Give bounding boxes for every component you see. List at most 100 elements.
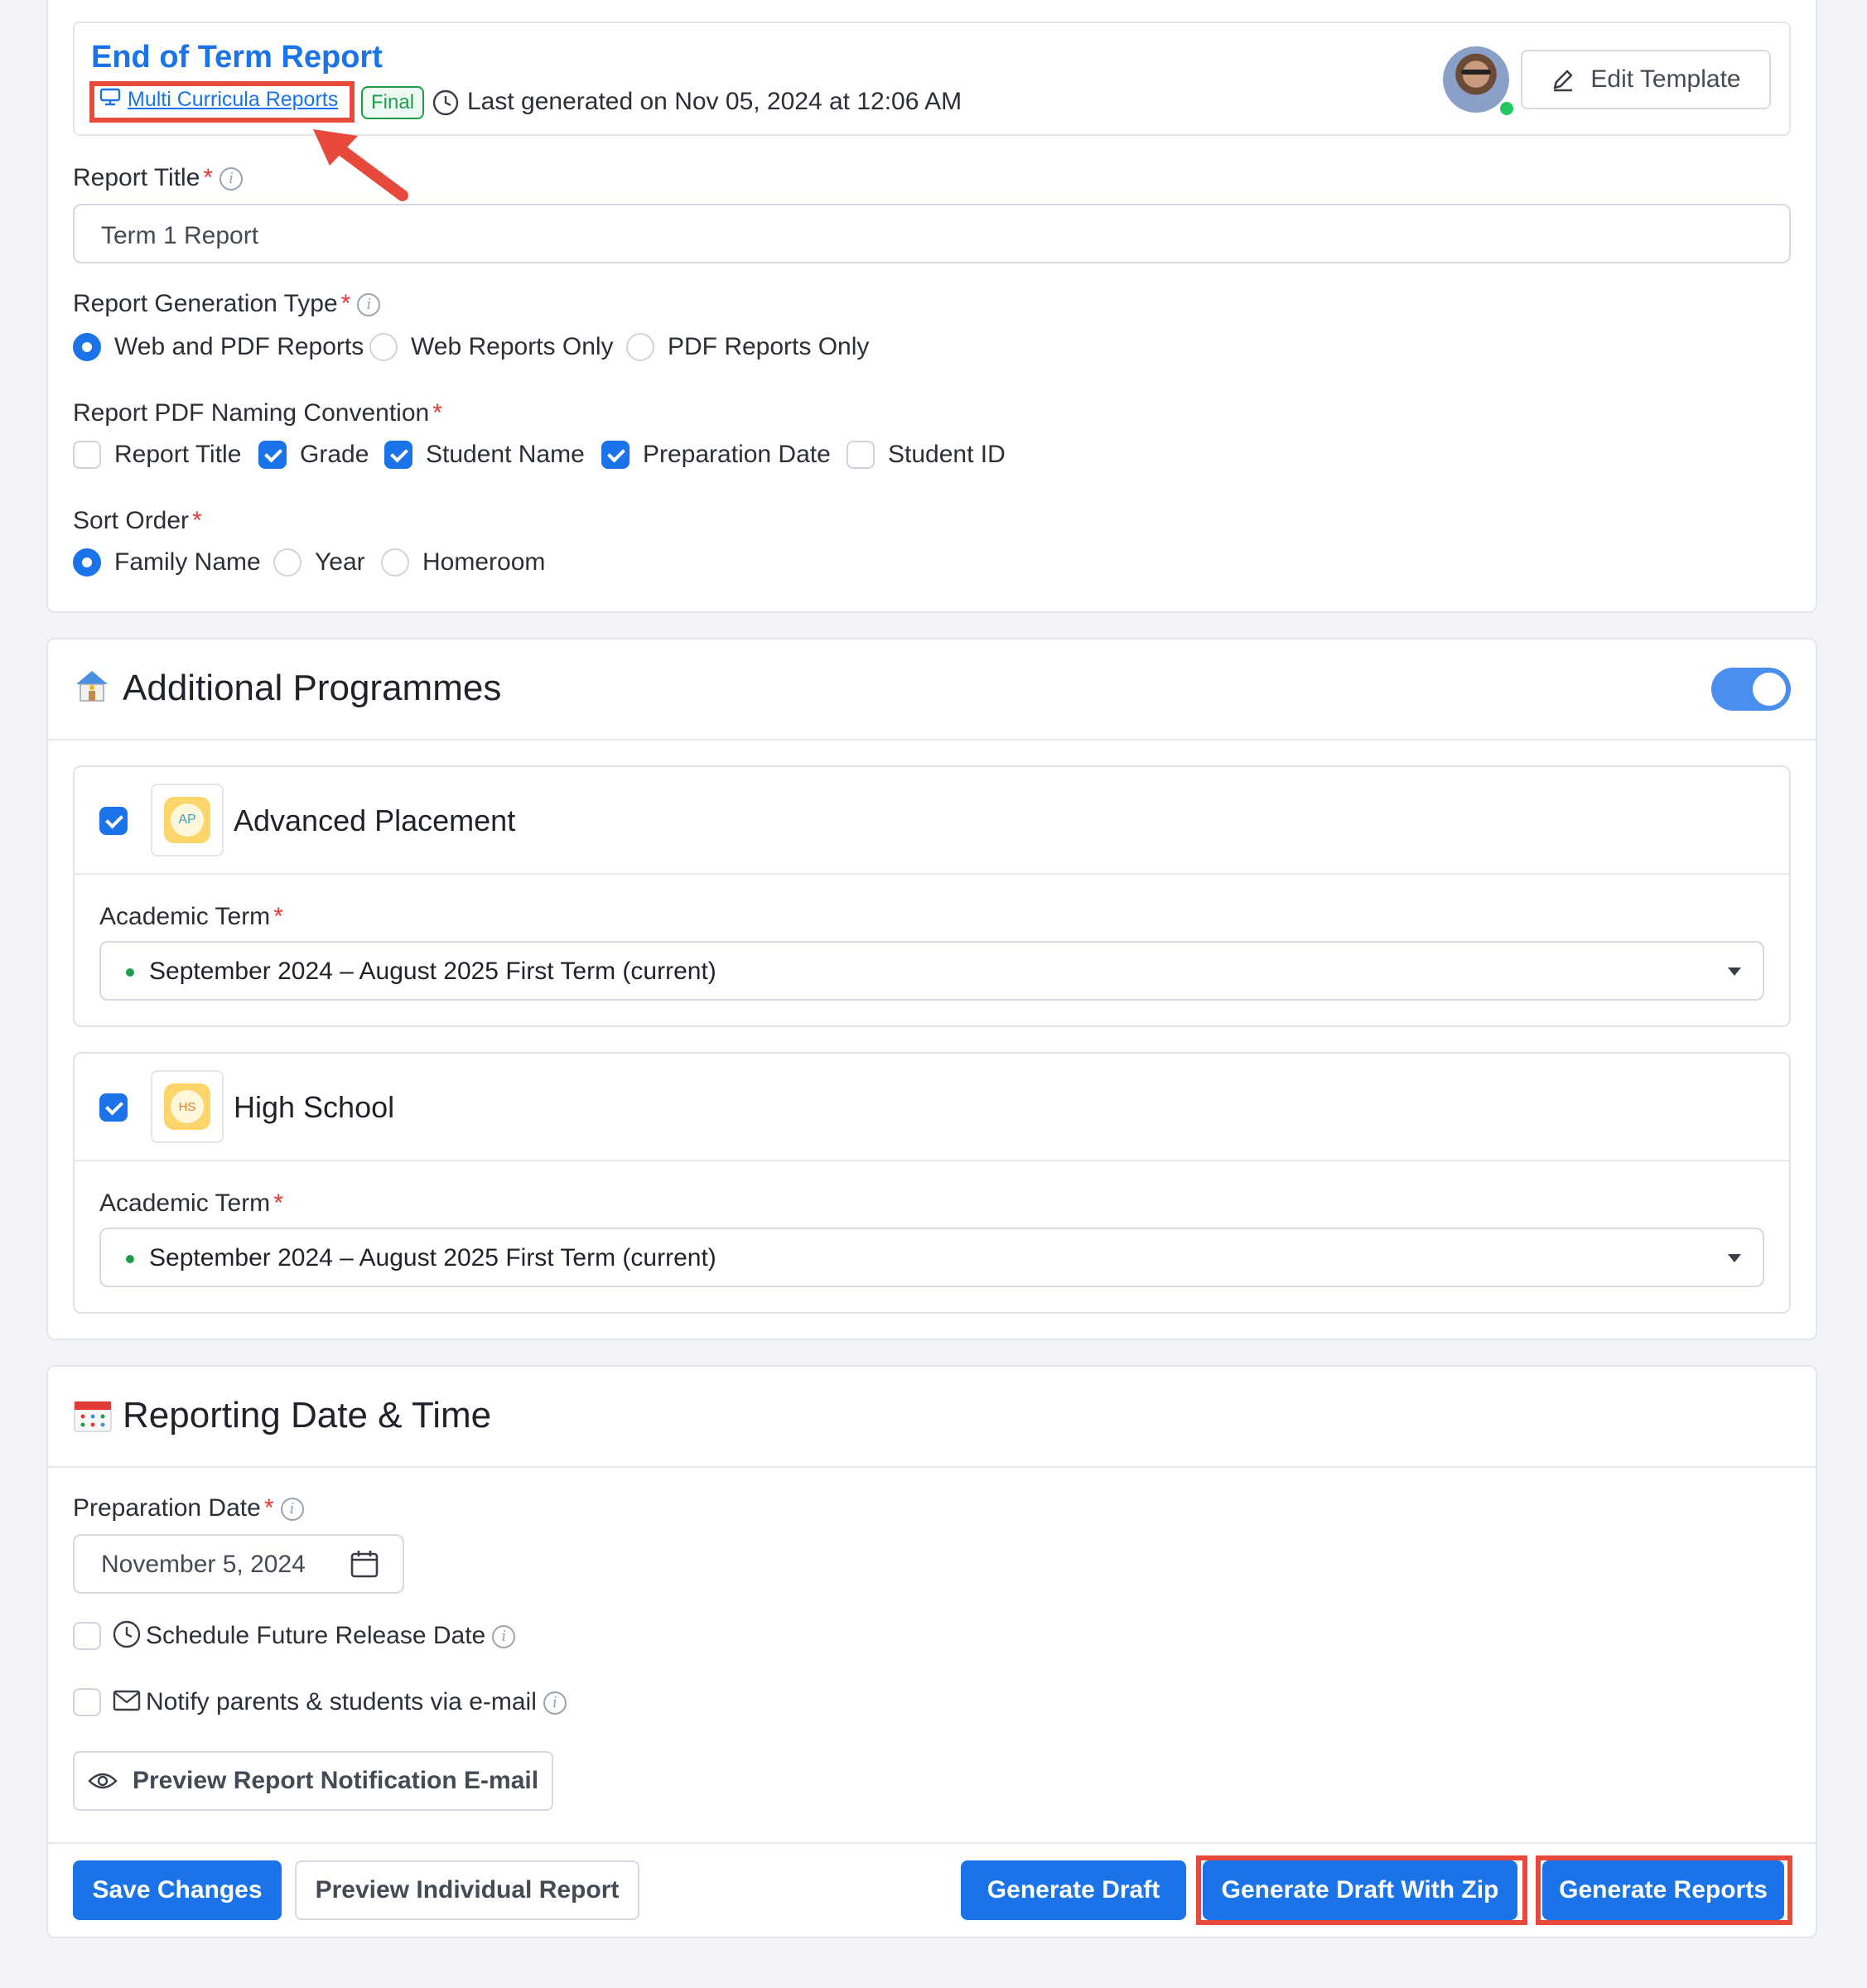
checkbox-student-name-label[interactable]: Student Name (426, 441, 585, 469)
curriculum-link-highlight (89, 81, 355, 123)
final-status-badge: Final (361, 86, 425, 119)
info-icon[interactable]: i (492, 1625, 516, 1649)
chevron-down-icon (1728, 967, 1741, 976)
programme-name-high-school: High School (234, 1090, 395, 1124)
info-icon[interactable]: i (220, 167, 244, 191)
academic-term-label-text: Academic Term (99, 1189, 271, 1217)
hs-logo-text: HS (171, 1090, 204, 1123)
schedule-release-label[interactable]: Schedule Future Release Date i (146, 1622, 516, 1650)
school-icon (73, 668, 111, 710)
notify-email-label[interactable]: Notify parents & students via e-mail i (146, 1688, 567, 1716)
reporting-date-card (46, 1365, 1817, 1938)
radio-family-name[interactable] (73, 548, 101, 577)
notify-email-checkbox[interactable] (73, 1688, 101, 1716)
hs-logo-icon: HS (164, 1083, 210, 1130)
online-status-dot (1498, 99, 1516, 118)
radio-pdf-only-label[interactable]: PDF Reports Only (668, 333, 869, 361)
report-title-label: Report Title * i (73, 164, 244, 192)
naming-convention-label: Report PDF Naming Convention * (73, 399, 442, 427)
info-icon[interactable]: i (280, 1498, 304, 1522)
checkbox-student-name[interactable] (384, 441, 412, 469)
sort-order-label: Sort Order * (73, 507, 202, 534)
academic-term-value: September 2024 – August 2025 First Term … (149, 1244, 716, 1271)
checkbox-student-id-label[interactable]: Student ID (888, 441, 1006, 469)
checkbox-grade[interactable] (258, 441, 287, 469)
preview-email-label: Preview Report Notification E-mail (132, 1767, 539, 1794)
academic-term-label: Academic Term * (99, 903, 283, 930)
radio-pdf-only[interactable] (626, 333, 654, 361)
checkbox-preparation-date-label[interactable]: Preparation Date (643, 441, 831, 469)
programmes-divider (48, 739, 1816, 741)
preparation-date-label-text: Preparation Date (73, 1494, 261, 1522)
additional-programmes-title: Additional Programmes (123, 668, 502, 708)
edit-template-label: Edit Template (1590, 65, 1741, 93)
programme-logo-frame: AP (151, 784, 224, 856)
reporting-divider (48, 1466, 1816, 1468)
edit-template-button[interactable]: Edit Template (1521, 50, 1771, 109)
programmes-toggle[interactable] (1711, 668, 1791, 711)
generate-draft-with-zip-highlight (1196, 1855, 1527, 1925)
report-title-input[interactable]: Term 1 Report (73, 204, 1791, 263)
checkbox-report-title[interactable] (73, 441, 101, 469)
page-title[interactable]: End of Term Report (91, 40, 383, 75)
info-icon[interactable]: i (543, 1691, 567, 1715)
radio-family-name-label[interactable]: Family Name (114, 548, 261, 577)
chevron-down-icon (1728, 1254, 1741, 1262)
envelope-icon (113, 1688, 141, 1717)
pencil-icon (1551, 67, 1575, 92)
radio-web-and-pdf-label[interactable]: Web and PDF Reports (114, 333, 364, 361)
schedule-release-label-text: Schedule Future Release Date (146, 1622, 486, 1649)
clock-icon (432, 89, 459, 120)
academic-term-label: Academic Term * (99, 1189, 283, 1217)
generation-type-label-text: Report Generation Type (73, 290, 338, 317)
radio-homeroom[interactable] (381, 548, 409, 577)
radio-homeroom-label[interactable]: Homeroom (422, 548, 545, 577)
generation-type-label: Report Generation Type * i (73, 290, 381, 318)
academic-term-select[interactable]: September 2024 – August 2025 First Term … (99, 941, 1764, 1001)
radio-year-label[interactable]: Year (315, 548, 365, 577)
report-title-value: Term 1 Report (101, 222, 259, 249)
radio-web-only-label[interactable]: Web Reports Only (411, 333, 614, 361)
current-term-dot (126, 1255, 134, 1264)
clock-icon (113, 1620, 141, 1653)
report-title-label-text: Report Title (73, 164, 200, 191)
radio-web-and-pdf[interactable] (73, 333, 101, 361)
programme-checkbox-high-school[interactable] (99, 1093, 128, 1122)
annotation-arrow (313, 129, 408, 201)
eye-icon (88, 1771, 118, 1791)
info-icon[interactable]: i (357, 293, 381, 317)
programme-divider (75, 1160, 1789, 1161)
ap-logo-text: AP (171, 803, 204, 837)
ap-logo-icon: AP (164, 797, 210, 843)
schedule-release-checkbox[interactable] (73, 1622, 101, 1650)
naming-convention-label-text: Report PDF Naming Convention (73, 399, 430, 427)
footer-divider (48, 1842, 1816, 1844)
calendar-picker-icon[interactable] (350, 1549, 379, 1583)
checkbox-report-title-label[interactable]: Report Title (114, 441, 241, 469)
toggle-knob (1753, 673, 1786, 706)
current-term-dot (126, 968, 134, 977)
save-changes-button[interactable]: Save Changes (73, 1860, 282, 1920)
programme-divider (75, 873, 1789, 875)
generate-draft-button[interactable]: Generate Draft (961, 1860, 1186, 1920)
programme-name-advanced-placement: Advanced Placement (234, 803, 516, 837)
programme-logo-frame: HS (151, 1070, 224, 1143)
radio-year[interactable] (273, 548, 302, 577)
generate-reports-highlight (1536, 1855, 1792, 1925)
calendar-icon (73, 1398, 113, 1437)
checkbox-student-id[interactable] (847, 441, 875, 469)
sort-order-label-text: Sort Order (73, 507, 190, 534)
preview-individual-report-button[interactable]: Preview Individual Report (295, 1860, 639, 1920)
programme-checkbox-advanced-placement[interactable] (99, 807, 128, 835)
academic-term-select[interactable]: September 2024 – August 2025 First Term … (99, 1228, 1764, 1287)
preparation-date-label: Preparation Date * i (73, 1494, 304, 1522)
reporting-date-title: Reporting Date & Time (123, 1395, 492, 1436)
radio-web-only[interactable] (369, 333, 398, 361)
academic-term-label-text: Academic Term (99, 903, 271, 930)
preparation-date-value: November 5, 2024 (101, 1551, 306, 1578)
academic-term-value: September 2024 – August 2025 First Term … (149, 958, 716, 985)
notify-email-label-text: Notify parents & students via e-mail (146, 1688, 537, 1715)
checkbox-grade-label[interactable]: Grade (300, 441, 369, 469)
checkbox-preparation-date[interactable] (601, 441, 630, 469)
preview-email-button[interactable]: Preview Report Notification E-mail (73, 1751, 553, 1811)
